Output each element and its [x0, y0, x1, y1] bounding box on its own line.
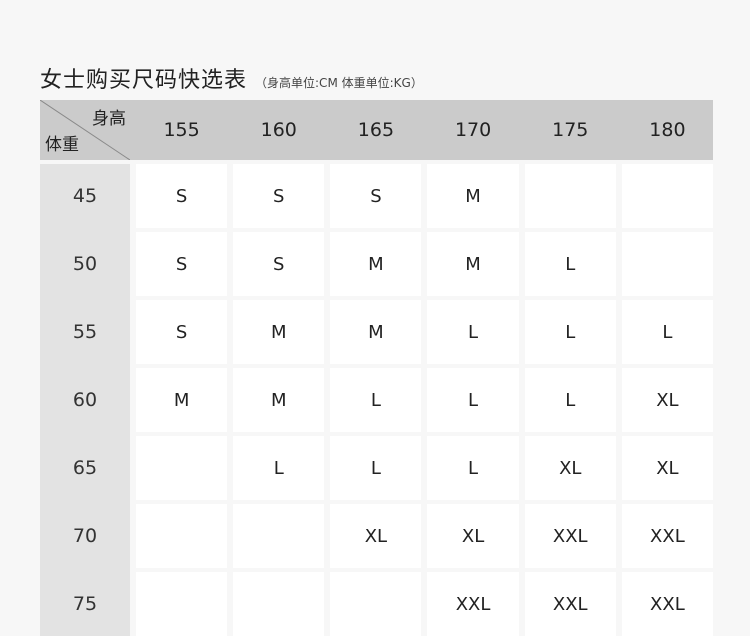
size-cell: S: [136, 232, 228, 296]
size-cell: XL: [330, 504, 422, 568]
size-cell: M: [233, 368, 325, 432]
size-cell: L: [524, 368, 616, 432]
size-cell: S: [136, 164, 228, 228]
size-cell: XL: [621, 436, 713, 500]
size-cell: M: [427, 164, 519, 228]
size-cell: XL: [621, 368, 713, 432]
weight-row-label: 55: [72, 321, 98, 343]
size-cell: S: [136, 300, 228, 364]
height-header-cell: 165: [357, 119, 395, 141]
size-cell: [621, 164, 713, 228]
weight-axis-label: 体重: [45, 135, 79, 155]
size-cell: L: [427, 368, 519, 432]
size-cell: XXL: [427, 572, 519, 636]
size-cell: XXL: [621, 572, 713, 636]
size-cell: L: [621, 300, 713, 364]
size-cell: M: [330, 232, 422, 296]
size-cell: L: [524, 300, 616, 364]
size-table: 身高 体重 155 160 165 170 175 180 45 S S S M 50 S S M M L 55 S…: [40, 100, 713, 636]
size-cell: S: [233, 164, 325, 228]
size-cell: XXL: [524, 504, 616, 568]
size-cell: XXL: [524, 572, 616, 636]
size-cell: XL: [524, 436, 616, 500]
height-header-cell: 175: [552, 119, 589, 141]
size-cell: M: [427, 232, 519, 296]
weight-row-label: 75: [72, 593, 98, 615]
size-cell: M: [136, 368, 228, 432]
size-cell: [233, 572, 325, 636]
height-axis-label: 身高: [92, 109, 126, 129]
size-cell: M: [233, 300, 325, 364]
units-note: （身高单位:CM 体重单位:KG）: [255, 76, 423, 90]
page-title: 女士购买尺码快选表: [40, 68, 248, 93]
height-header-cell: 180: [649, 119, 686, 141]
size-cell: [233, 504, 325, 568]
size-cell: L: [330, 436, 422, 500]
size-cell: XXL: [621, 504, 713, 568]
size-cell: [524, 164, 616, 228]
size-cell: L: [233, 436, 325, 500]
height-header-cell: 160: [260, 119, 297, 141]
size-cell: XL: [427, 504, 519, 568]
height-header-cell: 170: [454, 119, 492, 141]
size-cell: M: [330, 300, 422, 364]
size-cell: L: [330, 368, 422, 432]
size-cell: S: [330, 164, 422, 228]
size-cell: S: [233, 232, 325, 296]
corner-cell: 身高 体重: [40, 100, 130, 160]
height-header-cell: 155: [163, 119, 200, 141]
size-cell: [136, 504, 228, 568]
size-cell: [621, 232, 713, 296]
weight-row-label: 65: [72, 457, 98, 479]
size-cell: [330, 572, 422, 636]
weight-row-label: 70: [72, 525, 98, 547]
weight-row-label: 45: [72, 185, 98, 207]
title-row: 女士购买尺码快选表 （身高单位:CM 体重单位:KG）: [40, 62, 423, 94]
size-cell: L: [427, 436, 519, 500]
size-cell: [136, 436, 228, 500]
size-cell: L: [524, 232, 616, 296]
size-cell: L: [427, 300, 519, 364]
weight-row-label: 60: [72, 389, 98, 411]
size-cell: [136, 572, 228, 636]
weight-row-label: 50: [72, 253, 98, 275]
